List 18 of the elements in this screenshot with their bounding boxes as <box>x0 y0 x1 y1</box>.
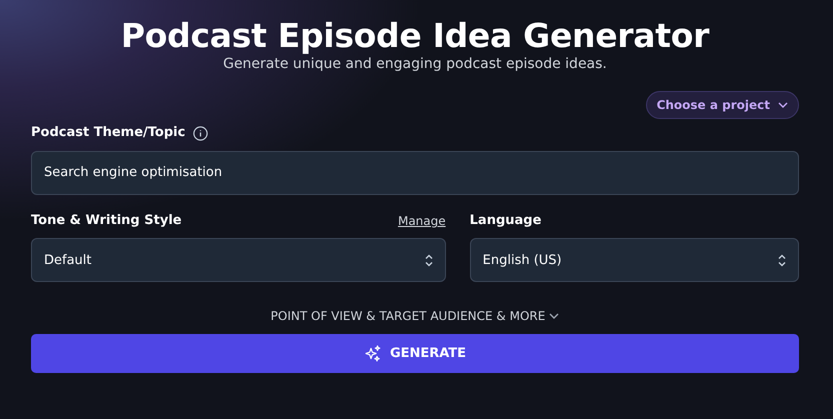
generate-button[interactable]: GENERATE <box>31 334 799 374</box>
chevron-up-down-icon <box>424 254 433 267</box>
chevron-down-icon <box>549 313 560 320</box>
page-title: Podcast Episode Idea Generator <box>120 18 710 54</box>
chevron-up-down-icon <box>778 254 786 267</box>
tone-select[interactable]: Default <box>31 238 446 282</box>
project-dropdown[interactable]: Choose a project <box>646 91 799 120</box>
field-label: Language <box>470 212 542 230</box>
more-options-toggle[interactable]: POINT OF VIEW & TARGET AUDIENCE & MORE <box>264 306 566 326</box>
manage-link[interactable]: Manage <box>398 212 446 230</box>
chevron-down-icon <box>778 102 788 108</box>
sparkles-icon <box>364 344 382 363</box>
page-subtitle: Generate unique and engaging podcast episode ideas. <box>223 55 607 74</box>
topic-input[interactable]: Search engine optimisation <box>31 150 799 195</box>
field-label: Podcast Theme/Topic <box>31 124 186 142</box>
language-select[interactable]: English (US) <box>470 238 799 282</box>
info-icon[interactable] <box>193 126 208 141</box>
field-label: Tone & Writing Style <box>31 212 182 230</box>
